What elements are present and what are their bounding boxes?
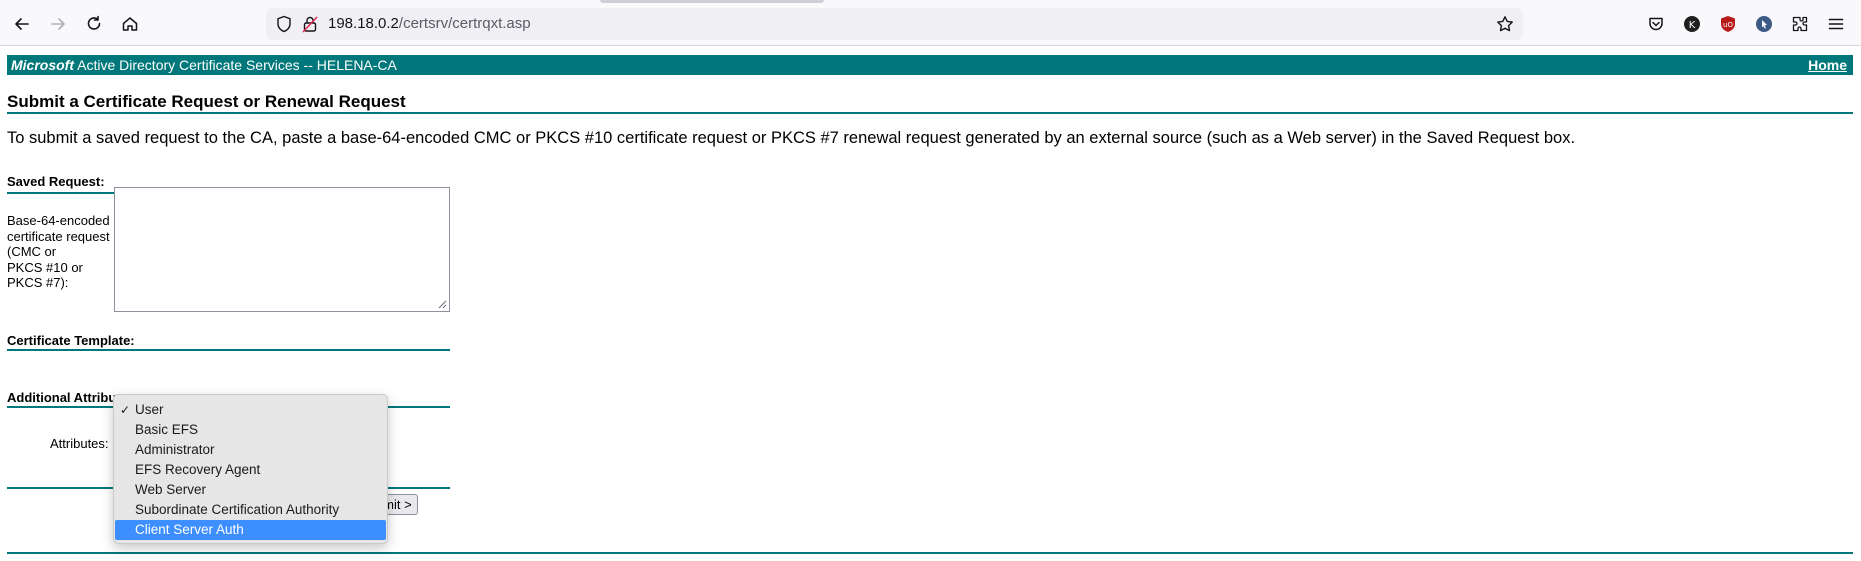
template-option-user[interactable]: ✓ User — [115, 400, 386, 420]
url-path: /certsrv/certrqxt.asp — [398, 15, 531, 32]
header-bar: Microsoft Active Directory Certificate S… — [7, 55, 1853, 75]
header-title: Microsoft Active Directory Certificate S… — [11, 55, 397, 75]
option-label: Administrator — [135, 442, 215, 457]
extension-icon[interactable]: K — [1680, 12, 1704, 36]
url-host: 198.18.0.2 — [328, 15, 399, 32]
template-option-administrator[interactable]: Administrator — [115, 440, 386, 460]
additional-attributes-heading: Additional Attribu — [7, 390, 117, 405]
option-label: Web Server — [135, 482, 207, 497]
option-label: User — [135, 402, 164, 417]
template-option-basic-efs[interactable]: Basic EFS — [115, 420, 386, 440]
option-label: EFS Recovery Agent — [135, 462, 261, 477]
pocket-icon[interactable] — [1644, 12, 1668, 36]
home-icon[interactable] — [118, 12, 142, 36]
title-divider — [7, 112, 1853, 114]
saved-request-textarea[interactable] — [114, 187, 450, 312]
reload-icon[interactable] — [82, 12, 106, 36]
tab-indicator — [600, 0, 824, 3]
page-title: Submit a Certificate Request or Renewal … — [7, 92, 406, 111]
header-separator: -- — [303, 57, 313, 73]
template-option-efs-recovery-agent[interactable]: EFS Recovery Agent — [115, 460, 386, 480]
shield-icon[interactable] — [272, 12, 296, 36]
url-bar[interactable]: 198.18.0.2/certsrv/certrqxt.asp — [266, 8, 1523, 40]
forward-icon[interactable] — [46, 12, 70, 36]
svg-text:uO: uO — [1723, 21, 1733, 29]
request-label-line: PKCS #7): — [7, 275, 69, 290]
product-name: Active Directory Certificate Services — [77, 57, 300, 73]
option-label: Client Server Auth — [135, 522, 244, 537]
saved-request-heading: Saved Request: — [7, 174, 105, 189]
ublock-icon[interactable]: uO — [1716, 12, 1740, 36]
checkmark-icon: ✓ — [120, 403, 131, 417]
browser-toolbar: 198.18.0.2/certsrv/certrqxt.asp K uO — [0, 0, 1861, 46]
home-link[interactable]: Home — [1808, 55, 1847, 75]
certificate-template-heading: Certificate Template: — [7, 333, 135, 348]
svg-text:K: K — [1689, 20, 1696, 31]
template-option-web-server[interactable]: Web Server — [115, 480, 386, 500]
template-option-subordinate-ca[interactable]: Subordinate Certification Authority — [115, 500, 386, 520]
menu-icon[interactable] — [1824, 12, 1848, 36]
request-label-line: PKCS #10 or — [7, 259, 83, 275]
request-label-line: certificate request — [7, 228, 110, 244]
template-divider — [7, 349, 450, 351]
request-label-line: Base-64-encoded — [7, 213, 110, 228]
option-label: Basic EFS — [135, 422, 199, 437]
page-content: Microsoft Active Directory Certificate S… — [0, 47, 1861, 561]
insecure-lock-icon[interactable] — [298, 12, 322, 36]
footer-divider — [7, 552, 1853, 554]
resize-grip-icon[interactable] — [436, 298, 447, 309]
intro-text: To submit a saved request to the CA, pas… — [7, 129, 1576, 147]
certificate-template-dropdown-menu[interactable]: ✓ User Basic EFS Administrator EFS Recov… — [113, 394, 388, 544]
back-icon[interactable] — [10, 12, 34, 36]
extensions-icon[interactable] — [1788, 12, 1812, 36]
attributes-label: Attributes: — [50, 436, 109, 451]
extension-icon[interactable] — [1752, 12, 1776, 36]
bookmark-star-icon[interactable] — [1493, 12, 1517, 36]
url-text[interactable]: 198.18.0.2/certsrv/certrqxt.asp — [328, 15, 531, 32]
brand-name: Microsoft — [11, 57, 74, 73]
option-label: Subordinate Certification Authority — [135, 502, 340, 517]
request-field-label: Base-64-encoded certificate request (CMC… — [7, 213, 115, 291]
ca-name: HELENA-CA — [316, 57, 397, 73]
request-label-line: (CMC or — [7, 244, 57, 259]
template-option-client-server-auth[interactable]: Client Server Auth — [115, 520, 386, 540]
